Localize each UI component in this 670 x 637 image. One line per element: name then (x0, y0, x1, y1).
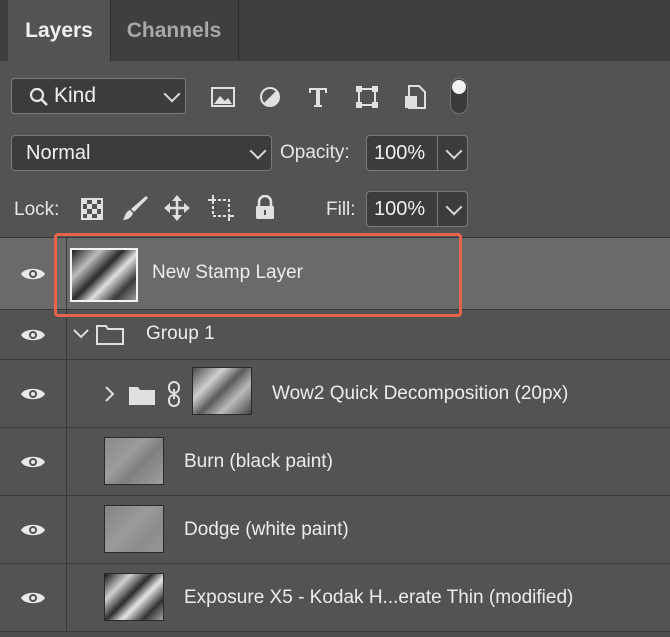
layer-row-wow2[interactable]: Wow2 Quick Decomposition (20px) (0, 360, 670, 428)
layer-name: Burn (black paint) (184, 451, 333, 472)
fill-field[interactable]: 100% (366, 191, 468, 227)
panel-tab-bar: Layers Channels (0, 0, 670, 61)
blend-mode-dropdown[interactable]: Normal (11, 135, 272, 171)
adjustment-filter-icon[interactable] (255, 83, 285, 111)
chevron-down-icon[interactable] (72, 328, 90, 340)
opacity-label: Opacity: (280, 142, 350, 163)
folder-icon (129, 387, 155, 405)
eye-icon (21, 329, 45, 340)
layer-row-dodge[interactable]: Dodge (white paint) (0, 496, 670, 564)
search-icon (29, 87, 48, 106)
link-icon[interactable] (166, 380, 182, 408)
eye-icon (21, 456, 45, 467)
lock-position-icon[interactable] (162, 193, 192, 223)
layer-name: Group 1 (146, 323, 215, 344)
layer-name: Wow2 Quick Decomposition (20px) (272, 383, 569, 404)
opacity-value: 100% (374, 142, 426, 164)
folder-icon (96, 325, 124, 345)
eye-icon (21, 268, 45, 279)
visibility-toggle[interactable] (0, 238, 67, 309)
layer-thumbnail[interactable] (104, 573, 164, 621)
layer-row-group-1[interactable]: Group 1 (0, 310, 670, 360)
lock-row: Lock: Fill: 100% (0, 181, 670, 237)
shape-filter-icon[interactable] (352, 83, 382, 111)
filter-kind-label: Kind (54, 84, 97, 107)
layer-name: Exposure X5 - Kodak H...erate Thin (modi… (184, 587, 574, 608)
eye-icon (21, 524, 45, 535)
blend-mode-value: Normal (26, 142, 91, 164)
filter-row: Kind (0, 61, 670, 129)
layer-thumbnail[interactable] (104, 505, 164, 553)
layer-name: Dodge (white paint) (184, 519, 349, 540)
blend-row: Normal Opacity: 100% (0, 129, 670, 181)
chevron-down-icon[interactable] (445, 142, 463, 160)
layer-row-burn[interactable]: Burn (black paint) (0, 428, 670, 496)
visibility-toggle[interactable] (0, 428, 67, 495)
image-filter-icon[interactable] (208, 83, 238, 111)
visibility-toggle[interactable] (0, 496, 67, 563)
layer-thumbnail[interactable] (104, 437, 164, 485)
tab-channels[interactable]: Channels (110, 0, 239, 61)
visibility-toggle[interactable] (0, 310, 67, 359)
layers-list: New Stamp Layer Group 1 Wow2 Quick Decom… (0, 237, 670, 637)
layer-row-exposure[interactable]: Exposure X5 - Kodak H...erate Thin (modi… (0, 564, 670, 632)
smart-object-filter-icon[interactable] (400, 83, 430, 111)
layer-name: New Stamp Layer (152, 262, 304, 283)
lock-artboard-icon[interactable] (206, 193, 236, 223)
list-bottom-edge (0, 632, 670, 637)
chevron-down-icon[interactable] (445, 198, 463, 216)
chevron-down-icon (163, 85, 181, 103)
lock-label: Lock: (14, 199, 60, 220)
layer-thumbnail[interactable] (70, 248, 138, 302)
eye-icon (21, 388, 45, 399)
chevron-right-icon[interactable] (104, 385, 116, 403)
tab-layers[interactable]: Layers (8, 0, 111, 61)
visibility-toggle[interactable] (0, 564, 67, 631)
filter-kind-dropdown[interactable]: Kind (11, 78, 186, 114)
fill-label: Fill: (326, 199, 356, 220)
lock-transparent-pixels-icon[interactable] (78, 195, 106, 223)
lock-image-pixels-icon[interactable] (120, 193, 150, 223)
lock-all-icon[interactable] (251, 193, 279, 223)
visibility-toggle[interactable] (0, 360, 67, 427)
layer-row-new-stamp[interactable]: New Stamp Layer (0, 238, 670, 310)
layer-mask-thumbnail[interactable] (192, 367, 252, 415)
chevron-down-icon (249, 142, 267, 160)
fill-value: 100% (374, 198, 426, 220)
filter-toggle-icon[interactable] (450, 78, 468, 114)
eye-icon (21, 592, 45, 603)
type-filter-icon[interactable] (303, 83, 333, 111)
opacity-field[interactable]: 100% (366, 135, 468, 171)
